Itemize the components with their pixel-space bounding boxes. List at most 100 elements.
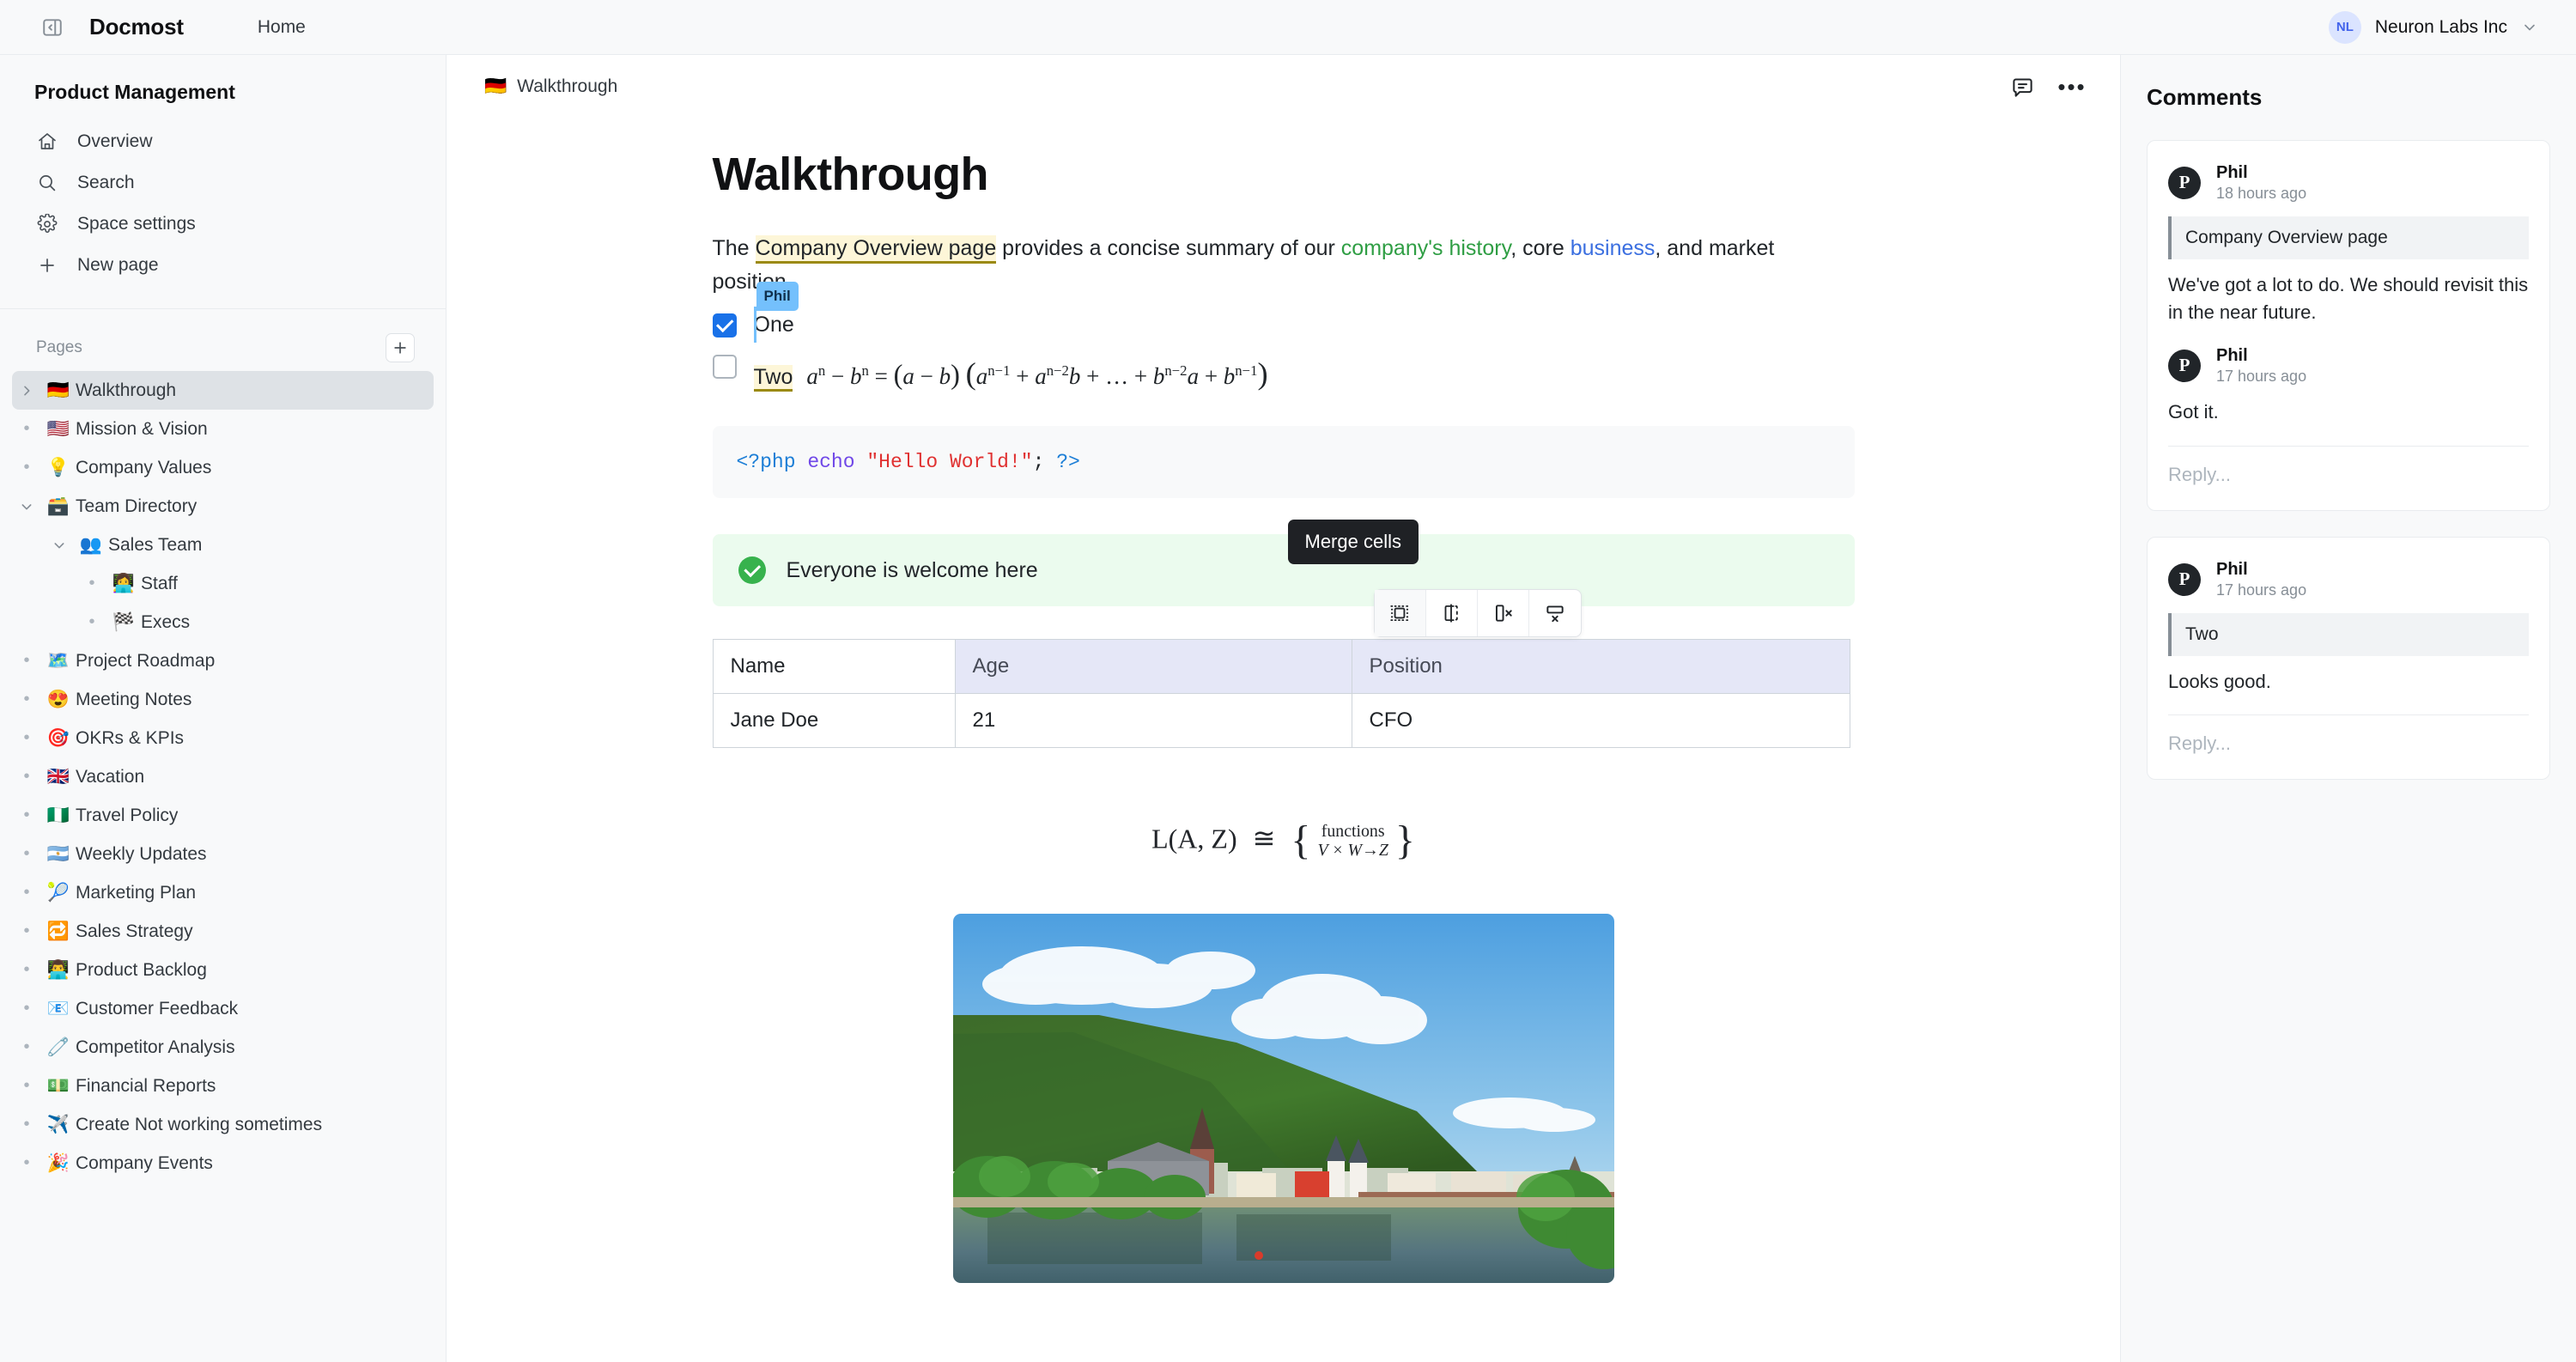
page-tree-item[interactable]: 👨‍💻 Product Backlog [12,951,434,989]
page-tree-item[interactable]: 🇬🇧 Vacation [12,757,434,796]
comment-icon[interactable] [2003,68,2041,106]
document-image[interactable] [952,914,1614,1283]
comment-author: Phil [2216,345,2248,365]
sidebar-item-label: Search [77,173,135,192]
document-content: Walkthrough The Company Overview page pr… [712,119,1855,1283]
math-close-brace: } [1394,818,1415,863]
app-brand[interactable]: Docmost [89,14,184,40]
table-header-cell[interactable]: Position [1351,639,1850,694]
sidebar-item-label: Space settings [77,214,196,234]
comment-thread[interactable]: P Phil 18 hours ago Company Overview pag… [2147,140,2550,512]
table-cell[interactable]: 21 [954,693,1352,748]
page-tree-item[interactable]: 🧷 Competitor Analysis [12,1028,434,1067]
page-tree-item[interactable]: 🇳🇬 Travel Policy [12,796,434,835]
merge-cells-icon[interactable] [1374,590,1426,636]
sidebar-item-space-settings[interactable]: Space settings [19,204,427,245]
workspace-switcher[interactable]: NL Neuron Labs Inc [2320,6,2547,49]
page-tree-item-label: Company Values [76,457,212,477]
top-bar: Docmost Home NL Neuron Labs Inc [0,0,2576,55]
page-tree-item-label: Company Events [76,1152,213,1173]
add-page-button[interactable] [386,333,415,362]
sidebar-item-new-page[interactable]: New page [19,245,427,286]
chevron-down-icon[interactable] [12,500,41,514]
page-tree-item[interactable]: 🏁Execs [12,603,434,641]
reply-input[interactable]: Reply... [2168,729,2529,760]
reply-input[interactable]: Reply... [2168,460,2529,491]
comment-header: P Phil 17 hours ago [2168,560,2529,599]
sidebar-item-overview[interactable]: Overview [19,121,427,162]
search-icon [36,172,58,194]
document-scroll[interactable]: Walkthrough The Company Overview page pr… [447,119,2120,1362]
commented-highlight[interactable]: Company Overview page [755,235,997,264]
page-emoji-icon: 🇩🇪 [46,380,70,400]
page-tree-item[interactable]: 🇺🇸 Mission & Vision [12,410,434,448]
page-tree-item-label: Competitor Analysis [76,1037,235,1057]
page-emoji-icon: 💡 [46,457,70,477]
page-tree-item[interactable]: 🇩🇪 Walkthrough [12,371,434,410]
todo-checkbox-one[interactable] [712,313,737,337]
page-tree-item[interactable]: 🗺️ Project Roadmap [12,641,434,680]
page-tree-item[interactable]: 🎾 Marketing Plan [12,873,434,912]
page-tree-item-label: Vacation [76,766,145,787]
code-block[interactable]: <?php echo "Hello World!"; ?> [712,425,1855,498]
divider [2168,446,2529,447]
delete-column-icon[interactable] [1478,590,1529,636]
page-tree-item[interactable]: 🔁 Sales Strategy [12,912,434,951]
table-cell[interactable]: CFO [1351,693,1850,748]
page-tree-item[interactable]: 👥 Sales Team [12,526,434,564]
delete-row-icon[interactable] [1529,590,1581,636]
merge-cells-tooltip: Merge cells [1287,520,1419,564]
code-string: "Hello World!" [866,450,1033,473]
chevron-down-icon [2521,19,2538,36]
blue-text: business [1570,236,1656,260]
bullet-icon [12,1115,41,1134]
table-row: Jane Doe 21 CFO [712,693,1850,748]
page-tree-item[interactable]: 😍 Meeting Notes [12,680,434,719]
page-emoji-icon: 🗺️ [46,650,70,671]
table-cell[interactable]: Jane Doe [712,693,956,748]
table-header-cell[interactable]: Age [954,639,1352,694]
page-emoji-icon: 📧 [46,998,70,1018]
todo-label: One Phil [753,281,799,343]
gear-icon [36,213,58,235]
sidebar-item-label: Overview [77,131,153,151]
bullet-icon [12,767,41,787]
page-tree-item[interactable]: 🎯 OKRs & KPIs [12,719,434,757]
chevron-right-icon[interactable] [12,384,41,398]
sidebar-item-label: New page [77,255,159,275]
breadcrumb-emoji: 🇩🇪 [484,76,507,96]
page-tree-item[interactable]: 💡 Company Values [12,448,434,487]
data-table[interactable]: Name Age Position Jane Doe 21 CFO [712,639,1850,748]
page-tree-item[interactable]: 💵 Financial Reports [12,1067,434,1105]
page-tree-item[interactable]: 👩‍💻Staff [12,564,434,603]
todo-checkbox-two[interactable] [712,354,737,379]
comment-header: P Phil 17 hours ago [2168,346,2529,386]
page-emoji-icon: 🎯 [46,727,70,748]
sidebar-item-search[interactable]: Search [19,162,427,204]
math-relation: ≅ [1252,823,1276,854]
page-tree-item[interactable]: 🗃️ Team Directory [12,487,434,526]
info-callout: Everyone is welcome here Merge cells [712,520,1855,637]
page-tree-item-label: Weekly Updates [76,843,207,864]
code-keyword: echo [807,450,855,473]
page-tree-item[interactable]: 🇦🇷 Weekly Updates [12,835,434,873]
split-cell-icon[interactable] [1426,590,1478,636]
bullet-icon [12,999,41,1018]
comment-timestamp: 17 hours ago [2216,367,2307,385]
todo-two-text[interactable]: Two [753,364,793,392]
bullet-icon [12,651,41,671]
comment-thread[interactable]: P Phil 17 hours ago Two Looks good. Repl… [2147,537,2550,781]
sidebar-collapse-icon[interactable] [38,13,67,42]
top-bar-left: Docmost Home [38,13,306,42]
ellipsis-icon[interactable]: ••• [2053,68,2091,106]
breadcrumb[interactable]: 🇩🇪 Walkthrough [484,76,617,97]
page-tree-item[interactable]: ✈️ Create Not working sometimes [12,1105,434,1144]
page-emoji-icon: 🎉 [46,1152,70,1173]
page-tree: 🇩🇪 Walkthrough 🇺🇸 Mission & Vision 💡 Company … [0,371,446,1183]
page-tree-item-label: Team Directory [76,496,197,516]
page-tree-item[interactable]: 📧 Customer Feedback [12,989,434,1028]
page-tree-item[interactable]: 🎉 Company Events [12,1144,434,1183]
table-header-cell[interactable]: Name [712,639,956,694]
nav-home-link[interactable]: Home [258,17,306,38]
chevron-down-icon[interactable] [45,538,74,552]
